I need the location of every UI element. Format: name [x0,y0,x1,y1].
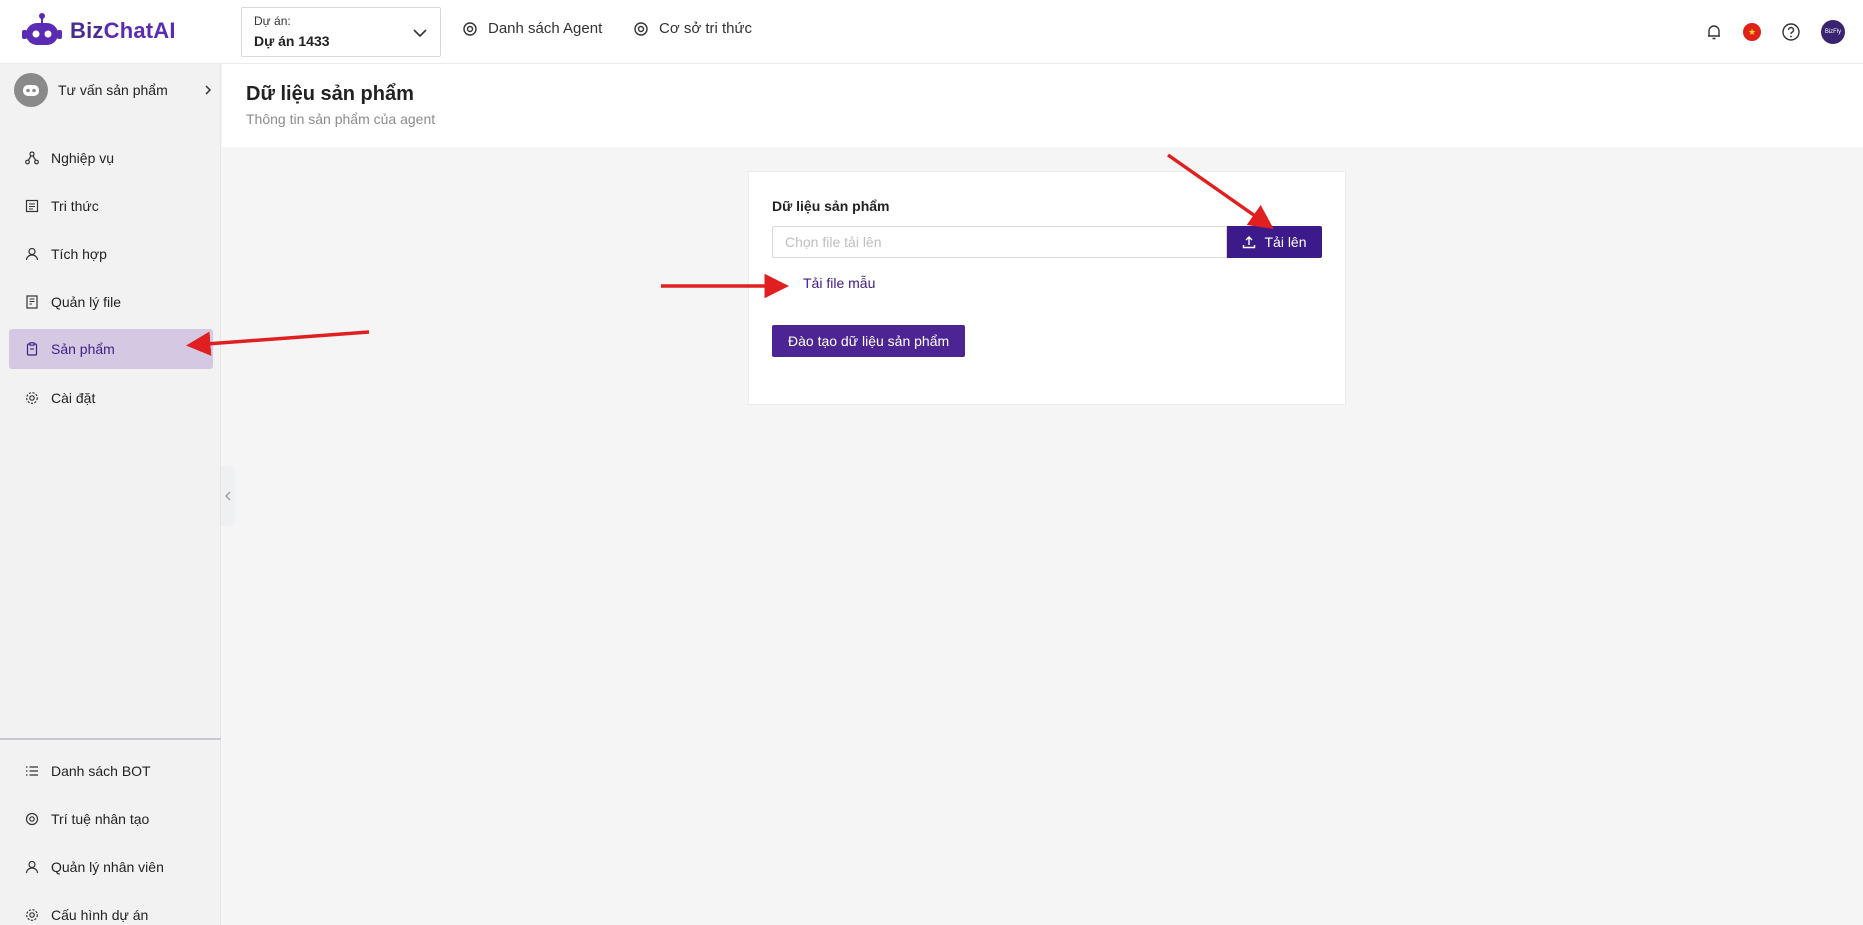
user-avatar[interactable]: BizFly [1821,20,1845,44]
upload-button[interactable]: Tải lên [1227,226,1322,258]
agent-name: Tư vấn sản phẩm [58,82,168,98]
page-subtitle: Thông tin sản phẩm của agent [246,111,436,127]
sidebar-item-bot-list[interactable]: Danh sách BOT [9,751,213,791]
page-title: Dữ liệu sản phẩm [246,83,414,105]
sidebar-item-label: Cấu hình dự án [51,907,149,923]
sidebar-item-label: Danh sách BOT [51,763,151,779]
nav-knowledge-base-label: Cơ sở tri thức [659,20,753,37]
train-product-data-button[interactable]: Đào tạo dữ liệu sản phẩm [772,325,966,357]
upload-icon [1243,236,1256,249]
sidebar-item-label: Quản lý file [51,294,122,310]
sidebar-item-knowledge[interactable]: Tri thức [9,186,213,226]
robot-icon [23,85,39,96]
robot-logo-icon [22,13,62,45]
file-list-icon [26,295,38,309]
top-header: BizChatAI Dự án: Dự án 1433 Danh sách Ag… [0,0,1863,64]
agent-avatar [14,73,48,107]
sidebar-item-staff-management[interactable]: Quản lý nhân viên [9,847,213,887]
openai-icon [463,21,477,36]
sidebar-item-product[interactable]: Sản phẩm [9,329,213,369]
bell-icon[interactable] [1705,23,1723,41]
sidebar-divider [0,738,221,740]
file-upload-input[interactable] [772,226,1227,258]
brand-logo[interactable]: BizChatAI [22,12,176,50]
document-icon [25,199,39,213]
sidebar: Tư vấn sản phẩm Nghiệp vụ Tri thức Tích … [0,64,221,925]
user-icon [25,247,39,261]
sidebar-item-label: Quản lý nhân viên [51,859,164,875]
upload-button-label: Tải lên [1264,234,1307,250]
sidebar-item-integration[interactable]: Tích hợp [9,234,213,274]
sidebar-item-label: Nghiệp vụ [51,150,115,166]
brand-name: BizChatAI [70,18,176,43]
user-icon [25,860,39,874]
page-header: Dữ liệu sản phẩm Thông tin sản phẩm của … [222,64,1863,147]
gear-icon [26,909,38,921]
list-icon [26,766,38,776]
sidebar-item-label: Sản phẩm [51,341,115,357]
nav-agent-list-label: Danh sách Agent [488,20,603,37]
help-icon[interactable] [1781,22,1801,42]
nav-agent-list[interactable]: Danh sách Agent [462,20,602,37]
sidebar-item-ai[interactable]: Trí tuệ nhân tạo [9,799,213,839]
product-data-card: Dữ liệu sản phẩm Tải lên Tải file mẫu Đà… [748,171,1346,405]
project-select-label: Dự án: [254,14,291,28]
project-select-value: Dự án 1433 [254,33,330,49]
workflow-icon [25,151,39,165]
sidebar-item-workflow[interactable]: Nghiệp vụ [9,138,213,178]
chevron-down-icon [413,29,427,38]
openai-icon [634,21,648,36]
chevron-right-icon [205,85,212,95]
agent-selector[interactable]: Tư vấn sản phẩm [14,72,214,108]
sidebar-item-label: Tích hợp [51,246,107,262]
sidebar-item-project-config[interactable]: Cấu hình dự án [9,895,213,925]
vietnam-flag-icon[interactable]: ★ [1743,23,1761,41]
project-select[interactable]: Dự án: Dự án 1433 [241,7,441,57]
download-sample-link[interactable]: Tải file mẫu [803,275,875,291]
sidebar-collapse-toggle[interactable] [221,466,235,526]
sidebar-item-settings[interactable]: Cài đặt [9,378,213,418]
sidebar-item-file-management[interactable]: Quản lý file [9,282,213,322]
product-icon [26,342,38,356]
nav-knowledge-base[interactable]: Cơ sở tri thức [633,20,752,37]
sidebar-item-label: Tri thức [51,198,99,214]
chevron-left-icon [225,491,231,501]
sidebar-item-label: Cài đặt [51,390,96,406]
openai-icon [25,812,39,826]
sidebar-item-label: Trí tuệ nhân tạo [51,811,150,827]
gear-icon [26,392,38,404]
card-title: Dữ liệu sản phẩm [772,198,890,214]
